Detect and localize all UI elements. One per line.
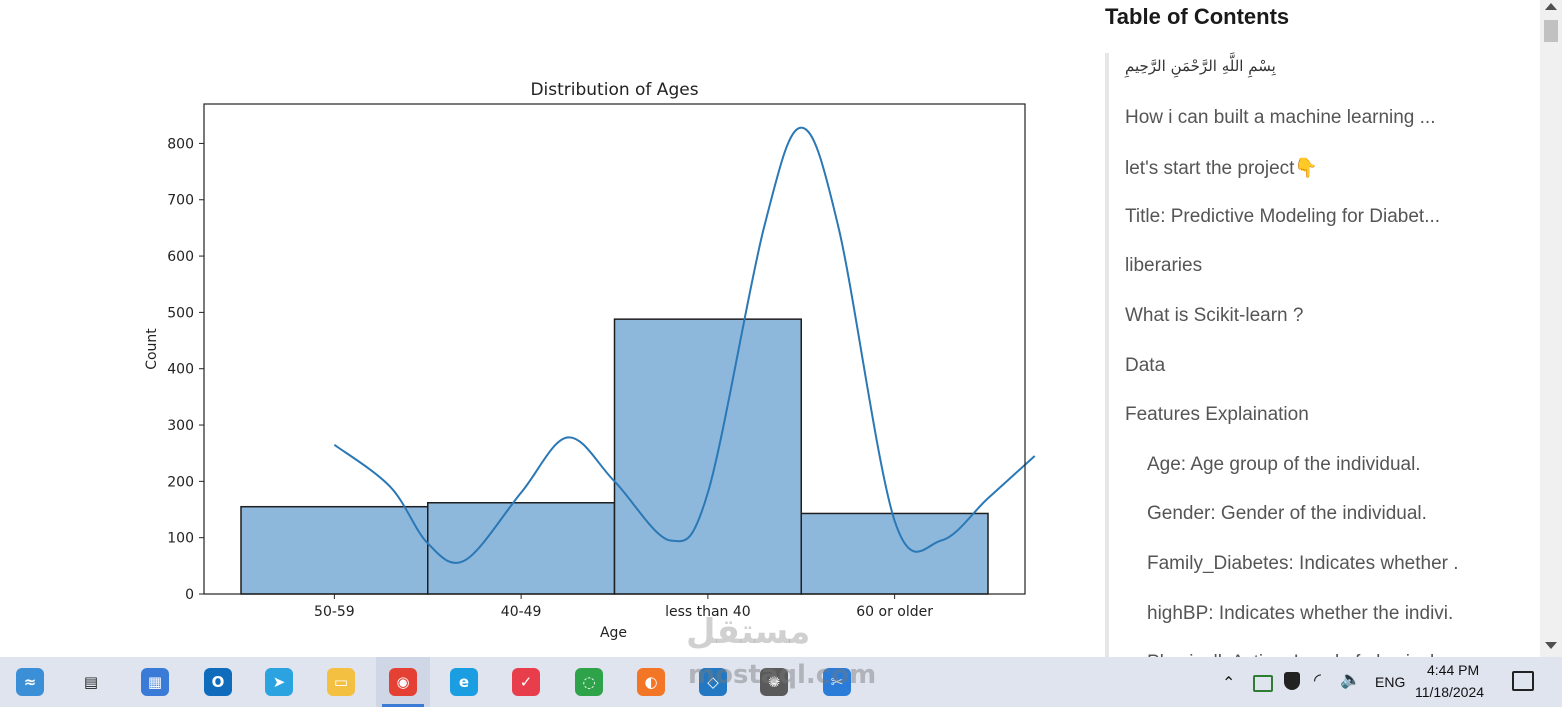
notification-icon[interactable]: [1512, 671, 1534, 691]
chart-title: Distribution of Ages: [530, 80, 698, 100]
clock-time[interactable]: 4:44 PM: [1427, 662, 1479, 678]
watermark-domain: mostaql.com: [688, 660, 877, 690]
ring-icon: ◌: [575, 668, 603, 696]
folder-icon: ▭: [327, 668, 355, 696]
scroll-thumb[interactable]: [1544, 20, 1558, 42]
table-of-contents: Table of Contents بِسْمِ اللَّهِ الرَّحْ…: [1095, 0, 1540, 657]
wifi-icon[interactable]: ◜: [1314, 670, 1321, 691]
chrome-icon: ◉: [389, 668, 417, 696]
taskbar-app-store[interactable]: ▦: [128, 657, 182, 707]
toc-item[interactable]: liberaries: [1125, 255, 1202, 277]
telegram-icon: ➤: [265, 668, 293, 696]
toc-item[interactable]: Family_Diabetes: Indicates whether .: [1147, 553, 1459, 575]
taskbar-app-file-explorer[interactable]: ▭: [314, 657, 368, 707]
y-tick-label: 500: [167, 305, 194, 321]
taskbar-app-telegram[interactable]: ➤: [252, 657, 306, 707]
bar-40-49: [427, 502, 616, 595]
bar-60-or-older: [800, 512, 989, 595]
taskbar-app-task-view[interactable]: ▤: [64, 657, 118, 707]
y-tick-label: 0: [185, 587, 194, 603]
toc-item[interactable]: Title: Predictive Modeling for Diabet...: [1125, 206, 1440, 228]
y-tick-label: 700: [167, 193, 194, 209]
toc-item[interactable]: highBP: Indicates whether the indivi.: [1147, 603, 1453, 625]
edge-icon: e: [450, 668, 478, 696]
y-tick-label: 800: [167, 136, 194, 152]
taskbar-app-calendar-app[interactable]: ✓: [499, 657, 553, 707]
volume-icon[interactable]: 🔈: [1340, 670, 1361, 690]
vertical-scrollbar[interactable]: [1540, 0, 1562, 657]
outlook-icon: O: [204, 668, 232, 696]
bar-50-59: [240, 505, 429, 595]
battery-icon[interactable]: [1253, 675, 1273, 692]
taskbar-app-outlook[interactable]: O: [191, 657, 245, 707]
language-indicator[interactable]: ENG: [1375, 674, 1405, 690]
y-axis-label: Count: [144, 328, 160, 370]
toc-item[interactable]: Age: Age group of the individual.: [1147, 454, 1421, 476]
x-tick-label: 60 or older: [856, 604, 933, 620]
taskbar-app-sync-app[interactable]: ◌: [562, 657, 616, 707]
y-tick-label: 100: [167, 531, 194, 547]
y-tick-label: 300: [167, 418, 194, 434]
chart-panel: Distribution of Ages 0 100 200 300 400 500 600 7…: [0, 0, 1095, 657]
taskbar-app-jupyter[interactable]: ◐: [624, 657, 678, 707]
taskbar-app-edge[interactable]: e: [437, 657, 491, 707]
toc-item[interactable]: What is Scikit-learn ?: [1125, 305, 1303, 327]
x-axis-label: Age: [600, 625, 627, 641]
store-icon: ▦: [141, 668, 169, 696]
x-tick-label: 50-59: [314, 604, 355, 620]
taskbar-app-chrome[interactable]: ◉: [376, 657, 430, 707]
weather-wave-icon: ≈: [16, 668, 44, 696]
y-tick-label: 400: [167, 362, 194, 378]
x-tick-label: 40-49: [501, 604, 542, 620]
distribution-chart: Distribution of Ages 0 100 200 300 400 500 600 7…: [144, 80, 1036, 641]
bar-less-than-40: [613, 318, 802, 595]
clock-date[interactable]: 11/18/2024: [1415, 684, 1484, 700]
toc-item[interactable]: Data: [1125, 355, 1165, 377]
toc-item[interactable]: Gender: Gender of the individual.: [1147, 503, 1427, 525]
toc-item[interactable]: Features Explaination: [1125, 404, 1309, 426]
y-tick-label: 600: [167, 249, 194, 265]
toc-title: Table of Contents: [1105, 4, 1290, 29]
toc-item[interactable]: How i can built a machine learning ...: [1125, 107, 1436, 129]
y-tick-label: 200: [167, 474, 194, 490]
toc-item[interactable]: let's start the project👇: [1125, 156, 1318, 180]
security-shield-icon[interactable]: [1284, 672, 1300, 690]
scroll-down-arrow-icon[interactable]: [1545, 642, 1557, 649]
chevron-up-icon[interactable]: ⌃: [1222, 673, 1235, 693]
task-view-icon: ▤: [83, 673, 99, 691]
watermark-arabic: مستقل: [686, 612, 811, 652]
toc-item[interactable]: بِسْمِ اللَّهِ الرَّحْمَنِ الرَّحِيمِ: [1125, 57, 1276, 75]
toc-rule: [1105, 53, 1109, 657]
taskbar-app-widgets[interactable]: ≈: [0, 657, 60, 707]
jupyter-icon: ◐: [637, 668, 665, 696]
scroll-up-arrow-icon[interactable]: [1545, 3, 1557, 10]
calendar-icon: ✓: [512, 668, 540, 696]
